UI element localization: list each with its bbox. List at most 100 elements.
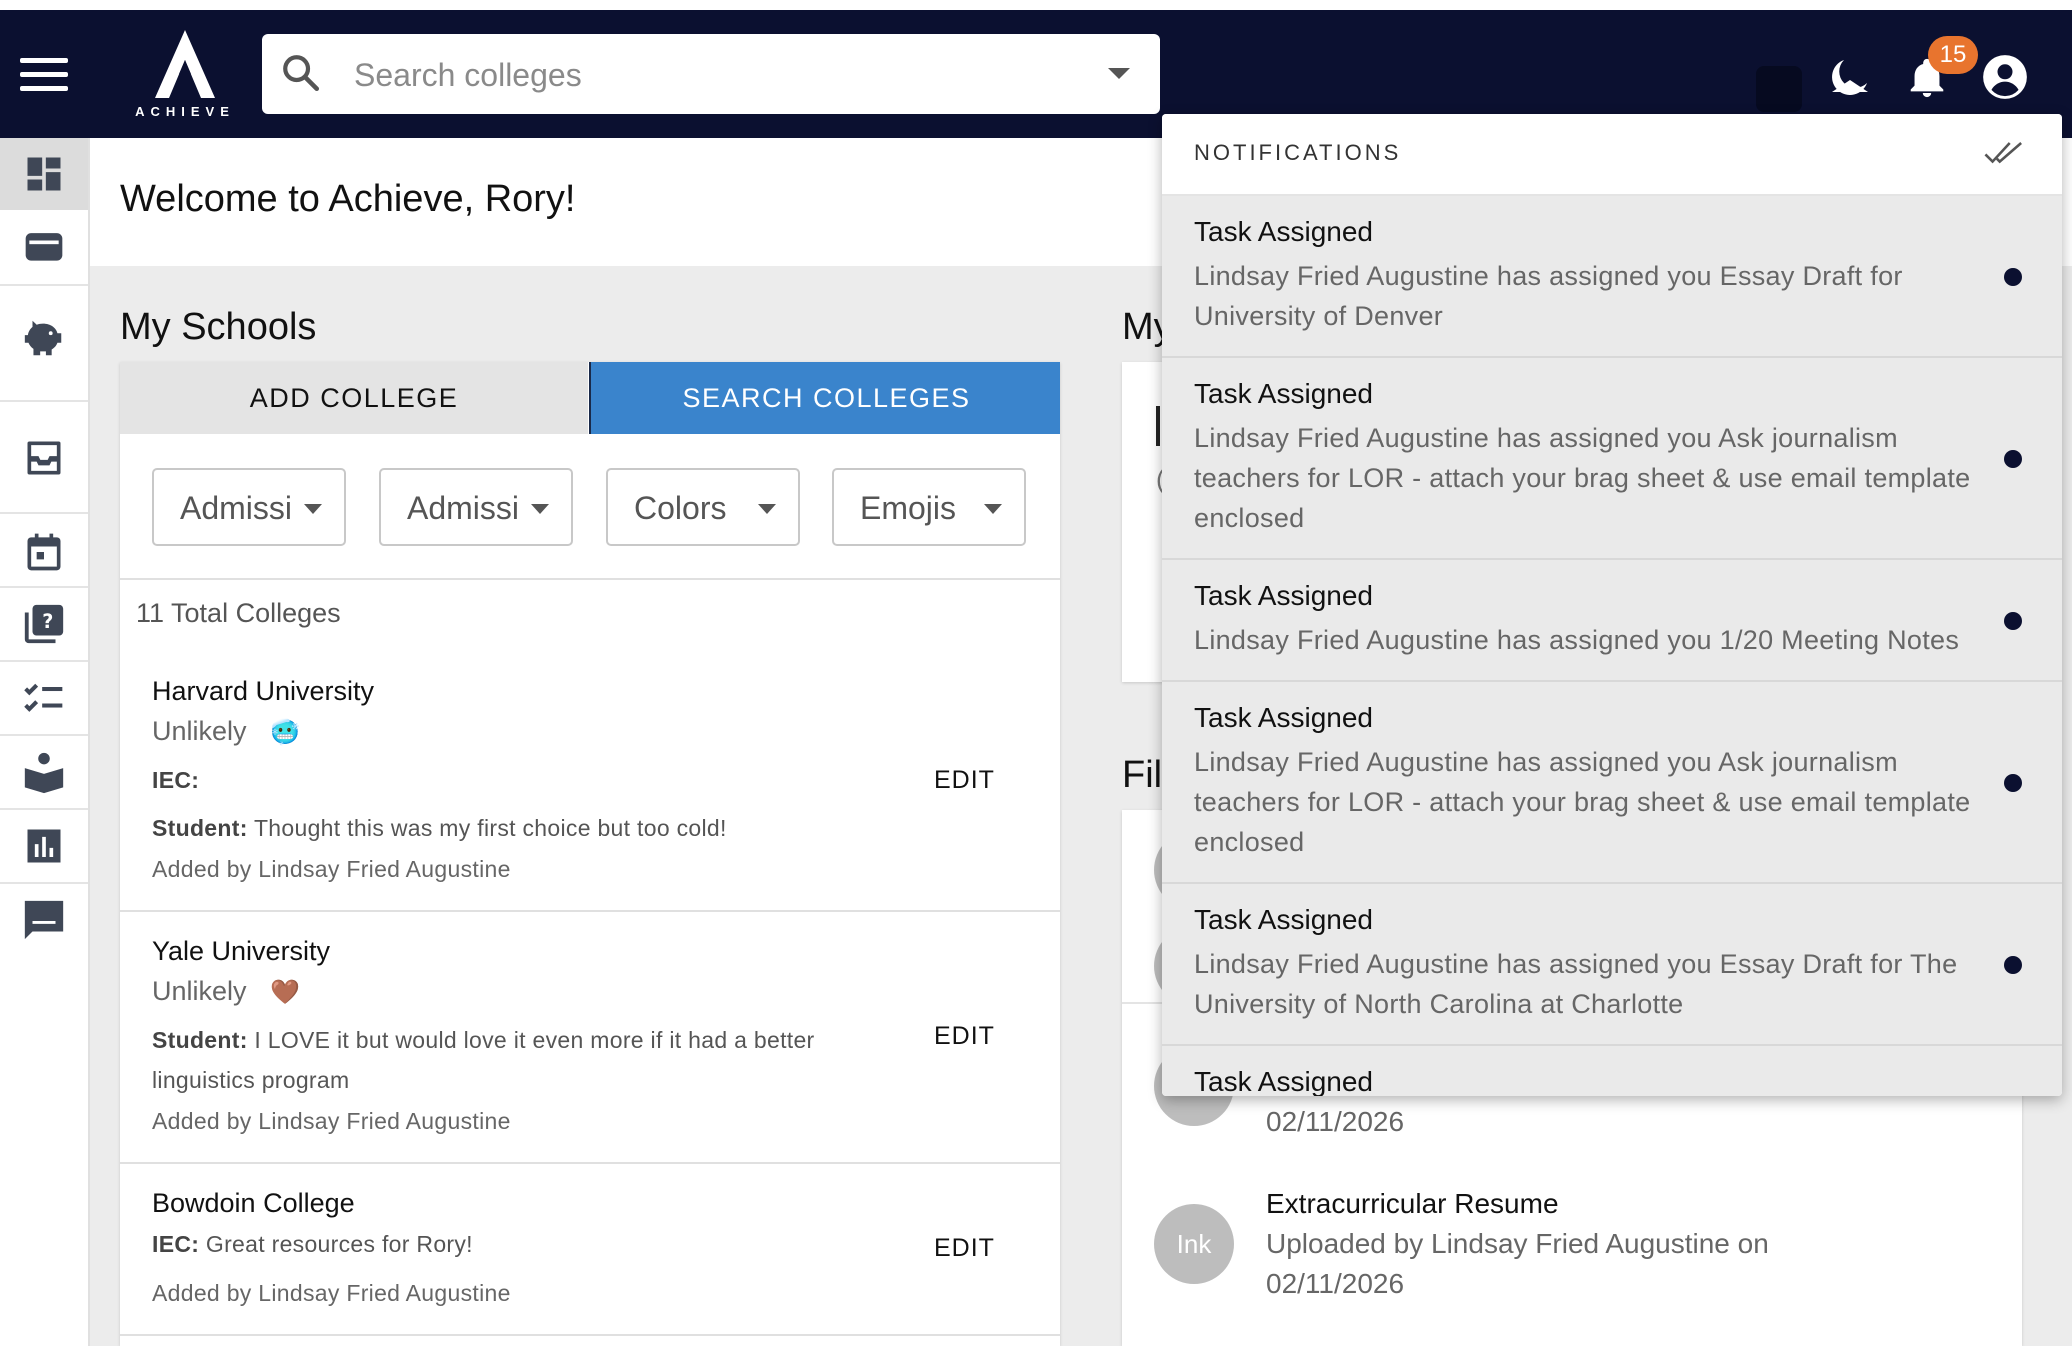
achieve-logo[interactable]: ACHIEVE [130,30,240,130]
file-avatar: Ink [1154,1204,1234,1284]
calendar-icon [27,533,61,571]
notification-item[interactable]: Task Assigned [1162,1046,2062,1096]
notification-item[interactable]: Task Assigned Lindsay Fried Augustine ha… [1162,196,2062,358]
notification-item[interactable]: Task Assigned Lindsay Fried Augustine ha… [1162,358,2062,560]
student-note: Student: I LOVE it but would love it eve… [152,1027,815,1093]
checklist-icon [24,683,63,712]
student-note: Student: Thought this was my first choic… [152,815,727,841]
edit-button[interactable]: EDIT [934,1022,995,1051]
unread-dot-icon [2004,268,2022,286]
file-subtitle: Uploaded by Lindsay Fried Augustine on [1266,1228,1769,1259]
sidebar-item-finances[interactable] [0,296,88,380]
notification-body: Lindsay Fried Augustine has assigned you… [1194,423,1971,533]
college-name[interactable]: Harvard University [152,676,374,707]
edit-button[interactable]: EDIT [934,1234,995,1263]
total-colleges-count: 11 Total Colleges [136,598,341,628]
notification-title: Task Assigned [1194,702,1373,733]
notification-title: Task Assigned [1194,904,1373,935]
iec-note: IEC: [152,767,200,793]
unread-dot-icon [2004,450,2022,468]
dark-mode-icon[interactable] [1826,54,1874,102]
unread-dot-icon [2004,956,2022,974]
notification-body: Lindsay Fried Augustine has assigned you… [1194,261,1903,331]
added-by: Added by Lindsay Fried Augustine [152,856,511,882]
search-colleges-tab[interactable]: SEARCH COLLEGES [589,362,1060,434]
sidebar-item-signature[interactable] [0,884,88,956]
dark-square-button[interactable] [1756,66,1802,112]
notifications-header: NOTIFICATIONS [1162,114,2062,196]
sidebar-item-help-library[interactable]: ? [0,588,88,660]
notifications-panel: NOTIFICATIONS Task Assigned Lindsay Frie… [1162,114,2062,1096]
dropdown-arrow-icon [984,504,1002,514]
dropdown-arrow-icon [758,504,776,514]
sidebar: ? [0,138,90,1346]
notification-title: Task Assigned [1194,216,1373,247]
signature-icon [24,900,64,940]
sidebar-item-wallet[interactable] [0,210,88,282]
sidebar-item-inbox[interactable] [0,416,88,500]
svg-text:?: ? [42,610,53,633]
college-status: Unlikely [152,716,247,746]
notification-body: Lindsay Fried Augustine has assigned you… [1194,747,1971,857]
unread-dot-icon [2004,774,2022,792]
sidebar-item-reading[interactable] [0,736,88,808]
unread-dot-icon [2004,612,2022,630]
sidebar-item-calendar[interactable] [0,516,88,588]
dashboard-icon [27,157,61,191]
sidebar-item-dashboard[interactable] [0,138,88,210]
notification-title: Task Assigned [1194,1066,1373,1096]
files-section-title: Fil [1122,754,1163,796]
bar-chart-icon [27,829,61,863]
file-date: 02/11/2026 [1266,1268,1405,1299]
added-by: Added by Lindsay Fried Augustine [152,1280,511,1306]
edit-button[interactable]: EDIT [934,766,995,795]
notification-title: Task Assigned [1194,378,1373,409]
admission-filter-1[interactable]: Admissi [152,468,346,546]
reading-icon [24,752,64,794]
add-college-tab[interactable]: ADD COLLEGE [120,362,588,434]
menu-icon[interactable] [20,58,68,94]
dropdown-arrow-icon [304,504,322,514]
page-title: Welcome to Achieve, Rory! [120,178,576,220]
notification-body: Lindsay Fried Augustine has assigned you… [1194,949,1958,1019]
cold-face-emoji: 🥶 [270,719,300,746]
college-status: Unlikely [152,976,247,1006]
logo-text: ACHIEVE [135,104,235,119]
account-icon[interactable] [1980,52,2030,102]
file-subtitle: 02/11/2026 [1266,1106,1405,1137]
piggy-bank-icon [24,320,62,356]
logo-a-mark [155,30,215,98]
emojis-filter[interactable]: Emojis [832,468,1026,546]
admission-filter-2[interactable]: Admissi [379,468,573,546]
filter-label: Admissi [180,490,293,526]
my-schools-title: My Schools [120,306,317,348]
notification-body: Lindsay Fried Augustine has assigned you… [1194,625,1960,655]
filter-label: Colors [634,490,727,526]
sidebar-item-reports[interactable] [0,810,88,882]
dropdown-arrow-icon [531,504,549,514]
notification-item[interactable]: Task Assigned Lindsay Fried Augustine ha… [1162,884,2062,1046]
search-bar[interactable] [262,34,1160,114]
notifications-title: NOTIFICATIONS [1194,140,1402,165]
top-edge [0,0,2072,10]
sidebar-item-tasks[interactable] [0,662,88,734]
search-input[interactable] [352,44,1056,106]
my-schools-card: ADD COLLEGE SEARCH COLLEGES Admissi Admi… [120,362,1060,1346]
colors-filter[interactable]: Colors [606,468,800,546]
filter-label: Emojis [860,490,957,526]
mark-all-read-icon[interactable] [1984,138,2024,168]
college-name[interactable]: Yale University [152,936,330,967]
notification-item[interactable]: Task Assigned Lindsay Fried Augustine ha… [1162,682,2062,884]
file-name[interactable]: Extracurricular Resume [1266,1188,1559,1220]
search-icon [283,55,320,92]
notification-item[interactable]: Task Assigned Lindsay Fried Augustine ha… [1162,560,2062,682]
help-library-icon: ? [24,604,64,644]
college-name[interactable]: Bowdoin College [152,1188,355,1219]
iec-note: IEC: Great resources for Rory! [152,1231,473,1257]
filter-label: Admissi [407,490,520,526]
notification-count-badge: 15 [1928,36,1978,74]
text-cursor [1156,406,1160,446]
wallet-icon [25,233,63,261]
added-by: Added by Lindsay Fried Augustine [152,1108,511,1134]
chevron-down-icon[interactable] [1108,68,1130,79]
